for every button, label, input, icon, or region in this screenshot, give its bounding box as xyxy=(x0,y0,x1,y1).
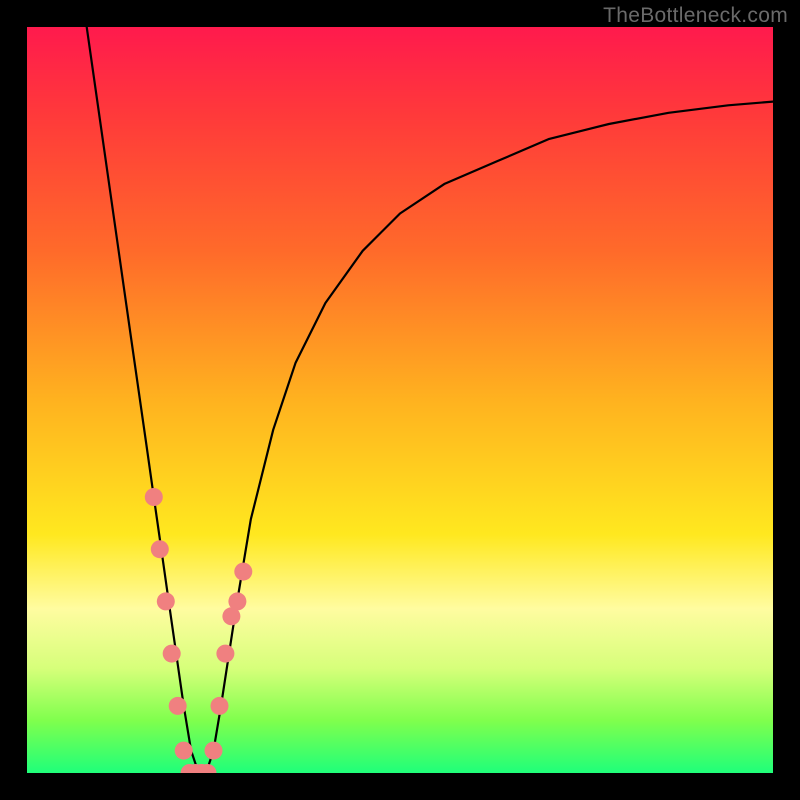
bottleneck-curve xyxy=(87,27,773,773)
marker-dot xyxy=(216,645,234,663)
marker-dot xyxy=(169,697,187,715)
watermark-text: TheBottleneck.com xyxy=(603,4,788,28)
marker-dot xyxy=(157,592,175,610)
marker-dot xyxy=(211,697,229,715)
chart-svg xyxy=(27,27,773,773)
marker-dot xyxy=(151,540,169,558)
marker-dot xyxy=(145,488,163,506)
chart-frame: TheBottleneck.com xyxy=(0,0,800,800)
marker-dot xyxy=(175,742,193,760)
marker-dots xyxy=(145,488,253,773)
marker-dot xyxy=(234,563,252,581)
marker-dot xyxy=(163,645,181,663)
plot-area xyxy=(27,27,773,773)
marker-dot xyxy=(228,592,246,610)
marker-dot xyxy=(205,742,223,760)
